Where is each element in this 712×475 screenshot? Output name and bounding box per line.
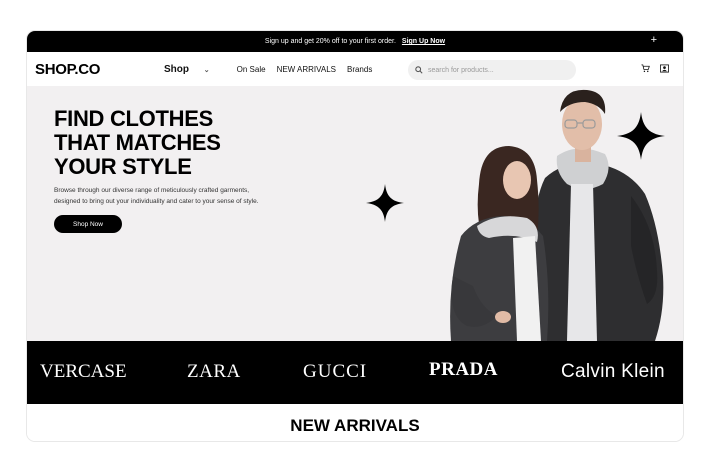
brand-strip: VERCASE ZARA GUCCI PRADA Calvin Klein — [27, 341, 683, 404]
chevron-down-icon: ⌄ — [203, 66, 210, 74]
logo[interactable]: SHOP.CO — [35, 61, 100, 78]
search-placeholder: search for products... — [428, 66, 494, 74]
hero-title-line: FIND CLOTHES — [54, 106, 213, 131]
section-title: NEW ARRIVALS — [290, 416, 420, 435]
search-icon — [415, 66, 423, 74]
close-promo-icon[interactable]: + — [651, 35, 657, 46]
brand-logo-zara: ZARA — [187, 361, 241, 382]
browser-frame: Sign up and get 20% off to your first or… — [27, 31, 683, 441]
hero-description: Browse through our diverse range of meti… — [54, 185, 314, 207]
main-nav: Shop ⌄ On Sale NEW ARRIVALS Brands — [164, 52, 383, 86]
account-icon[interactable] — [660, 64, 669, 73]
header: SHOP.CO Shop ⌄ On Sale NEW ARRIVALS Bran… — [27, 52, 683, 86]
promo-text: Sign up and get 20% off to your first or… — [264, 38, 396, 45]
sparkle-icon — [366, 184, 404, 222]
hero-title-line: YOUR STYLE — [54, 154, 192, 179]
brand-logo-gucci: GUCCI — [303, 361, 368, 382]
hero-description-line: Browse through our diverse range of meti… — [54, 187, 250, 194]
search-input[interactable]: search for products... — [408, 60, 576, 80]
header-icons — [631, 64, 669, 73]
nav-brands[interactable]: Brands — [347, 65, 372, 74]
brand-logo-calvin-klein: Calvin Klein — [561, 361, 665, 382]
shop-now-button[interactable]: Shop Now — [54, 215, 122, 233]
models-image — [450, 89, 664, 341]
hero-description-line: designed to bring out your individuality… — [54, 198, 259, 205]
hero-title-line: THAT MATCHES — [54, 130, 221, 155]
nav-new-arrivals[interactable]: NEW ARRIVALS — [277, 65, 336, 74]
brand-logo-versace: VERCASE — [40, 361, 127, 382]
nav-on-sale[interactable]: On Sale — [237, 65, 266, 74]
nav-shop-label: Shop — [164, 63, 189, 75]
brand-logo-prada: PRADA — [429, 359, 498, 380]
promo-bar: Sign up and get 20% off to your first or… — [27, 31, 683, 52]
hero-banner: FIND CLOTHES THAT MATCHES YOUR STYLE Bro… — [27, 86, 683, 341]
new-arrivals-section: NEW ARRIVALS — [27, 404, 683, 441]
hero-title: FIND CLOTHES THAT MATCHES YOUR STYLE — [54, 107, 294, 179]
sign-up-link[interactable]: Sign Up Now — [402, 38, 445, 45]
nav-shop[interactable]: Shop ⌄ — [164, 64, 221, 75]
cart-icon[interactable] — [641, 64, 650, 73]
